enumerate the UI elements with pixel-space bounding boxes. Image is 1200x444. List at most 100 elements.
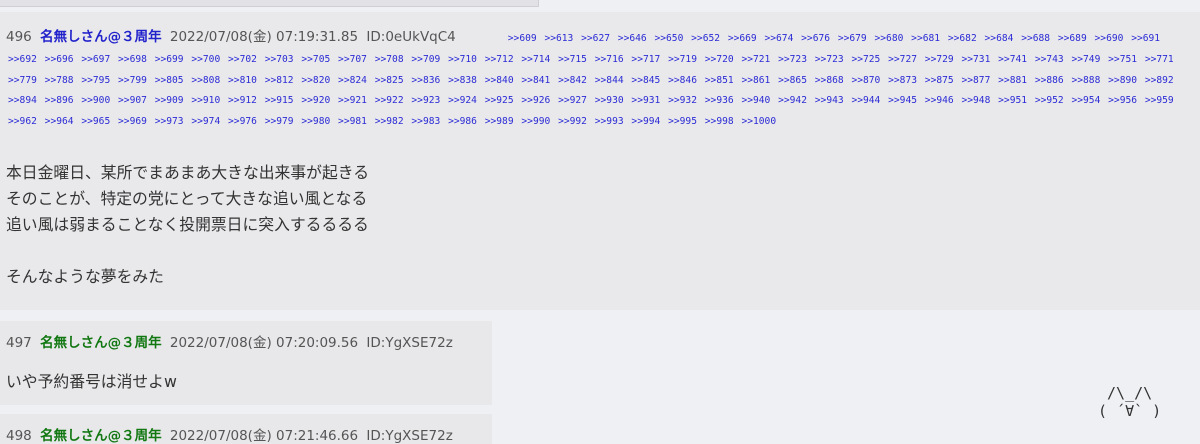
reply-link[interactable]: >>812 [265,75,294,86]
reply-link[interactable]: >>993 [595,116,624,127]
reply-link[interactable]: >>865 [778,75,807,86]
reply-link[interactable]: >>976 [228,116,257,127]
reply-link[interactable]: >>936 [705,95,734,106]
reply-link[interactable]: >>674 [764,33,793,44]
reply-link[interactable]: >>925 [485,95,514,106]
reply-link[interactable]: >>877 [961,75,990,86]
reply-link[interactable]: >>923 [411,95,440,106]
reply-link[interactable]: >>930 [595,95,624,106]
reply-link[interactable]: >>688 [1021,33,1050,44]
reply-link[interactable]: >>892 [1145,75,1174,86]
reply-link[interactable]: >>799 [118,75,147,86]
reply-link[interactable]: >>998 [705,116,734,127]
reply-link[interactable]: >>920 [301,95,330,106]
reply-link[interactable]: >>932 [668,95,697,106]
reply-link[interactable]: >>682 [948,33,977,44]
reply-link[interactable]: >>702 [228,54,257,65]
reply-link[interactable]: >>717 [631,54,660,65]
reply-link[interactable]: >>820 [301,75,330,86]
reply-link[interactable]: >>924 [448,95,477,106]
reply-link[interactable]: >>680 [875,33,904,44]
reply-link[interactable]: >>679 [838,33,867,44]
reply-link[interactable]: >>959 [1145,95,1174,106]
reply-link[interactable]: >>609 [508,33,537,44]
reply-link[interactable]: >>842 [558,75,587,86]
reply-link[interactable]: >>708 [375,54,404,65]
reply-link[interactable]: >>805 [155,75,184,86]
reply-link[interactable]: >>709 [411,54,440,65]
reply-link[interactable]: >>944 [851,95,880,106]
reply-link[interactable]: >>691 [1131,33,1160,44]
reply-link[interactable]: >>948 [961,95,990,106]
poster-id[interactable]: ID:YgXSE72z [366,428,452,444]
reply-link[interactable]: >>707 [338,54,367,65]
reply-link[interactable]: >>851 [705,75,734,86]
reply-link[interactable]: >>650 [654,33,683,44]
reply-link[interactable]: >>875 [925,75,954,86]
reply-link[interactable]: >>952 [1035,95,1064,106]
reply-link[interactable]: >>926 [521,95,550,106]
reply-link[interactable]: >>1000 [741,116,776,127]
reply-link[interactable]: >>888 [1071,75,1100,86]
reply-link[interactable]: >>900 [81,95,110,106]
reply-link[interactable]: >>894 [8,95,37,106]
reply-link[interactable]: >>921 [338,95,367,106]
reply-link[interactable]: >>868 [815,75,844,86]
reply-link[interactable]: >>951 [998,95,1027,106]
reply-link[interactable]: >>729 [925,54,954,65]
reply-link[interactable]: >>942 [778,95,807,106]
reply-link[interactable]: >>841 [521,75,550,86]
reply-link[interactable]: >>994 [631,116,660,127]
reply-link[interactable]: >>979 [265,116,294,127]
reply-link[interactable]: >>646 [618,33,647,44]
reply-link[interactable]: >>731 [961,54,990,65]
reply-link[interactable]: >>723 [815,54,844,65]
reply-link[interactable]: >>964 [45,116,74,127]
reply-link[interactable]: >>676 [801,33,830,44]
reply-link[interactable]: >>873 [888,75,917,86]
reply-link[interactable]: >>825 [375,75,404,86]
reply-link[interactable]: >>945 [888,95,917,106]
reply-link[interactable]: >>710 [448,54,477,65]
reply-link[interactable]: >>669 [728,33,757,44]
reply-link[interactable]: >>845 [631,75,660,86]
reply-link[interactable]: >>890 [1108,75,1137,86]
reply-link[interactable]: >>915 [265,95,294,106]
reply-link[interactable]: >>992 [558,116,587,127]
reply-link[interactable]: >>907 [118,95,147,106]
reply-link[interactable]: >>698 [118,54,147,65]
reply-link[interactable]: >>689 [1058,33,1087,44]
reply-link[interactable]: >>983 [411,116,440,127]
reply-link[interactable]: >>779 [8,75,37,86]
reply-link[interactable]: >>652 [691,33,720,44]
reply-link[interactable]: >>743 [1035,54,1064,65]
reply-link[interactable]: >>751 [1108,54,1137,65]
reply-link[interactable]: >>909 [155,95,184,106]
reply-link[interactable]: >>725 [851,54,880,65]
post-number[interactable]: 497 [6,335,32,351]
reply-link[interactable]: >>962 [8,116,37,127]
reply-link[interactable]: >>627 [581,33,610,44]
reply-link[interactable]: >>981 [338,116,367,127]
reply-link[interactable]: >>910 [191,95,220,106]
reply-link[interactable]: >>980 [301,116,330,127]
reply-link[interactable]: >>931 [631,95,660,106]
reply-link[interactable]: >>836 [411,75,440,86]
reply-link[interactable]: >>810 [228,75,257,86]
reply-link[interactable]: >>613 [544,33,573,44]
reply-link[interactable]: >>684 [985,33,1014,44]
reply-link[interactable]: >>808 [191,75,220,86]
reply-link[interactable]: >>703 [265,54,294,65]
reply-link[interactable]: >>741 [998,54,1027,65]
reply-link[interactable]: >>896 [45,95,74,106]
reply-link[interactable]: >>690 [1095,33,1124,44]
reply-link[interactable]: >>965 [81,116,110,127]
reply-link[interactable]: >>705 [301,54,330,65]
reply-link[interactable]: >>940 [741,95,770,106]
reply-link[interactable]: >>844 [595,75,624,86]
reply-link[interactable]: >>881 [998,75,1027,86]
reply-link[interactable]: >>719 [668,54,697,65]
reply-link[interactable]: >>771 [1145,54,1174,65]
reply-link[interactable]: >>714 [521,54,550,65]
post-number[interactable]: 498 [6,428,32,444]
